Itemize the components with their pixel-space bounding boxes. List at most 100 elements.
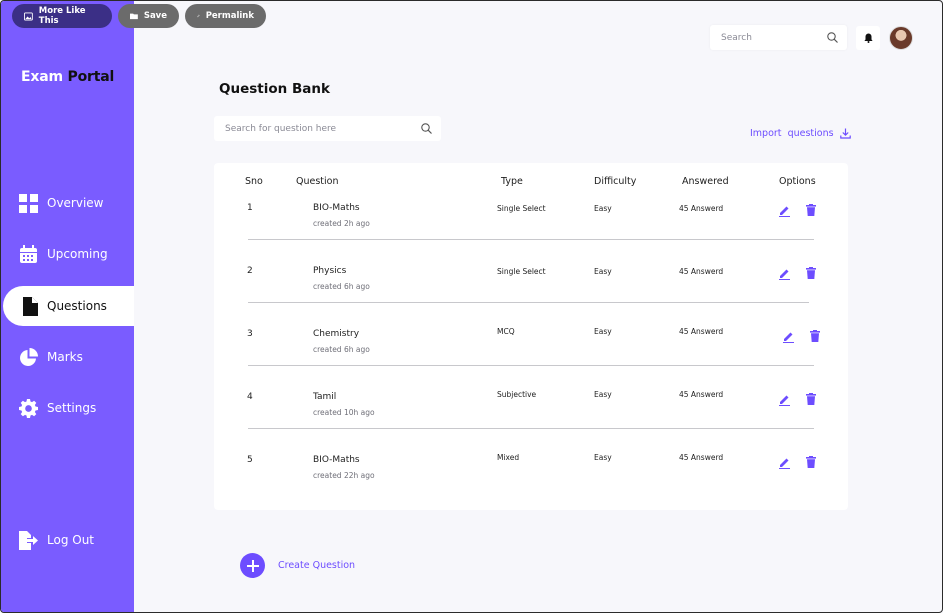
row-sno: 4 (247, 392, 253, 402)
row-type: MCQ (497, 327, 515, 336)
link-icon (197, 14, 200, 18)
header-search (710, 25, 847, 50)
sidebar-item-marks[interactable]: Marks (1, 337, 134, 377)
column-header-sno: Sno (245, 176, 263, 187)
row-difficulty: Easy (594, 327, 612, 336)
row-difficulty: Easy (594, 267, 612, 276)
table-row: 1 BIO-Maths created 2h ago Single Select… (214, 201, 848, 264)
folder-icon (130, 13, 138, 20)
grid-icon (18, 193, 38, 213)
row-difficulty: Easy (594, 204, 612, 213)
row-created: created 10h ago (313, 408, 375, 417)
document-icon (20, 296, 40, 316)
row-sno: 1 (247, 203, 253, 213)
pie-chart-icon (18, 347, 38, 367)
avatar[interactable] (889, 26, 913, 50)
row-sno: 3 (247, 329, 253, 339)
edit-icon[interactable] (777, 455, 791, 469)
question-search-input[interactable] (225, 123, 405, 134)
header-search-input[interactable] (721, 32, 821, 43)
row-difficulty: Easy (594, 453, 612, 462)
delete-icon[interactable] (804, 203, 818, 217)
column-header-answered: Answered (682, 176, 729, 187)
image-icon (24, 12, 33, 20)
save-label: Save (143, 11, 167, 21)
more-like-this-button[interactable]: More Like This (12, 4, 112, 28)
row-divider (248, 239, 814, 240)
edit-icon[interactable] (777, 392, 791, 406)
row-question: Tamil (313, 392, 337, 402)
row-sno: 5 (247, 455, 253, 465)
row-answered: 45 Answerd (679, 453, 724, 462)
question-table: Sno Question Type Difficulty Answered Op… (214, 163, 848, 510)
app-frame: Exam Portal Overview Upcoming Questions (0, 0, 943, 613)
sidebar-item-upcoming[interactable]: Upcoming (1, 234, 134, 274)
sidebar-item-label: Upcoming (47, 247, 108, 261)
sidebar: Exam Portal Overview Upcoming Questions (1, 1, 134, 612)
delete-icon[interactable] (804, 392, 818, 406)
create-question-button[interactable]: Create Question (240, 553, 355, 578)
logo-word-exam: Exam (21, 69, 63, 85)
edit-icon[interactable] (777, 266, 791, 280)
table-row: 3 Chemistry created 6h ago MCQ Easy 45 A… (214, 327, 848, 390)
notifications-button[interactable] (856, 26, 880, 50)
calendar-icon (18, 244, 38, 264)
row-answered: 45 Answerd (679, 267, 724, 276)
column-header-difficulty: Difficulty (594, 176, 637, 187)
row-type: Single Select (497, 267, 546, 276)
permalink-button[interactable]: Permalink (185, 4, 266, 28)
search-icon[interactable] (421, 123, 432, 134)
sidebar-item-label: Overview (47, 196, 104, 210)
column-header-type: Type (501, 176, 523, 187)
more-like-this-label: More Like This (38, 6, 86, 26)
plus-icon (240, 553, 265, 578)
logo-word-portal: Portal (67, 69, 115, 85)
create-question-label: Create Question (278, 560, 356, 571)
table-row: 5 BIO-Maths created 22h ago Mixed Easy 4… (214, 453, 848, 516)
table-row: 2 Physics created 6h ago Single Select E… (214, 264, 848, 327)
logout-button[interactable]: Log Out (1, 520, 134, 560)
column-header-question: Question (296, 176, 339, 187)
row-answered: 45 Answerd (679, 204, 724, 213)
row-created: created 2h ago (313, 219, 370, 228)
row-divider (248, 302, 809, 303)
logout-label: Log Out (47, 533, 95, 547)
column-header-options: Options (779, 176, 816, 187)
import-questions-link[interactable]: Import questions (750, 128, 851, 139)
table-row: 4 Tamil created 10h ago Subjective Easy … (214, 390, 848, 453)
sidebar-item-overview[interactable]: Overview (1, 183, 134, 223)
row-type: Subjective (497, 390, 537, 399)
row-type: Mixed (497, 453, 520, 462)
delete-icon[interactable] (808, 329, 822, 343)
row-question: BIO-Maths (313, 203, 360, 213)
row-created: created 6h ago (313, 345, 370, 354)
import-questions-label: Import questions (750, 128, 834, 139)
row-created: created 22h ago (313, 471, 375, 480)
permalink-label: Permalink (205, 11, 254, 21)
delete-icon[interactable] (804, 455, 818, 469)
row-sno: 2 (247, 266, 253, 276)
sidebar-item-settings[interactable]: Settings (1, 388, 134, 428)
question-search (214, 116, 441, 141)
row-answered: 45 Answerd (679, 390, 724, 399)
row-difficulty: Easy (594, 390, 612, 399)
save-button[interactable]: Save (118, 4, 179, 28)
sidebar-item-label: Questions (47, 299, 107, 313)
bell-icon (863, 33, 873, 43)
row-created: created 6h ago (313, 282, 370, 291)
search-icon[interactable] (827, 32, 838, 43)
row-question: Physics (313, 266, 347, 276)
logout-icon (18, 530, 38, 550)
download-icon (839, 128, 851, 139)
row-question: Chemistry (313, 329, 360, 339)
edit-icon[interactable] (781, 329, 795, 343)
row-divider (248, 365, 814, 366)
row-answered: 45 Answerd (679, 327, 724, 336)
delete-icon[interactable] (804, 266, 818, 280)
sidebar-item-label: Marks (47, 350, 83, 364)
edit-icon[interactable] (777, 203, 791, 217)
row-question: BIO-Maths (313, 455, 360, 465)
row-divider (248, 428, 814, 429)
sidebar-item-questions[interactable]: Questions (3, 286, 134, 326)
sidebar-item-label: Settings (47, 401, 97, 415)
